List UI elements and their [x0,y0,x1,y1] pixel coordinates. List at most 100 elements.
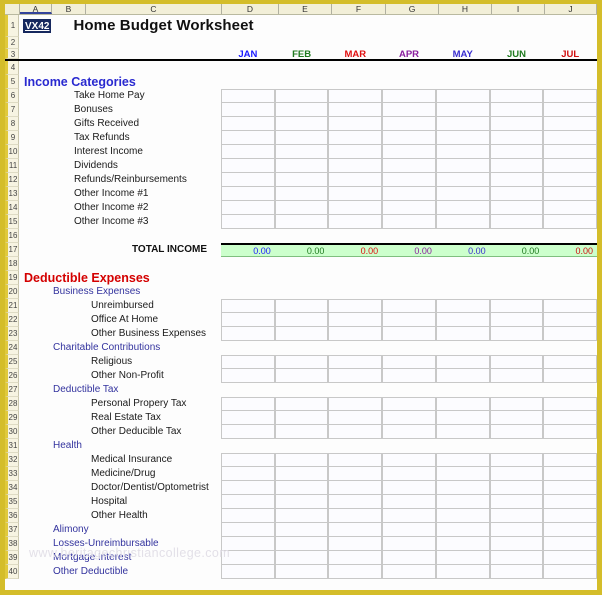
data-cell[interactable] [489,117,544,131]
data-cell[interactable] [435,453,490,467]
row-header-21[interactable]: 21 [5,299,19,313]
data-cell[interactable] [489,467,544,481]
column-header-bar[interactable]: ABCDEFGHIJ [5,4,597,15]
data-cell[interactable] [543,173,598,187]
row-header-25[interactable]: 25 [5,355,19,369]
data-cell[interactable] [328,299,383,313]
data-cell[interactable]: 0.00 [328,243,383,257]
data-cell[interactable] [489,355,544,369]
data-cell[interactable] [221,411,275,425]
row-header-22[interactable]: 22 [5,313,19,327]
data-cell[interactable] [274,299,329,313]
data-cell[interactable] [221,327,275,341]
data-cell[interactable] [328,495,383,509]
row-header-20[interactable]: 20 [5,285,19,299]
data-cell[interactable] [221,313,275,327]
row-header-12[interactable]: 12 [5,173,19,187]
data-cell[interactable] [274,509,329,523]
row-header-2[interactable]: 2 [5,37,19,49]
data-cell[interactable] [274,187,329,201]
data-cell[interactable] [328,425,383,439]
data-cell[interactable] [543,509,598,523]
data-cell[interactable] [435,425,490,439]
data-cell[interactable] [543,201,598,215]
data-cell[interactable] [328,313,383,327]
row-header-32[interactable]: 32 [5,453,19,467]
data-cell[interactable] [221,481,275,495]
data-cell[interactable] [435,201,490,215]
data-cell[interactable] [221,103,275,117]
data-cell[interactable] [274,481,329,495]
data-cell[interactable] [221,467,275,481]
row-header-1[interactable]: 1 [5,15,19,37]
data-cell[interactable] [382,201,436,215]
data-cell[interactable] [328,565,383,579]
data-cell[interactable] [382,467,436,481]
data-cell[interactable] [435,89,490,103]
data-cell[interactable] [221,453,275,467]
data-cell[interactable] [435,495,490,509]
row-header-6[interactable]: 6 [5,89,19,103]
data-cell[interactable] [382,453,436,467]
data-cell[interactable] [328,523,383,537]
data-cell[interactable] [543,89,598,103]
data-cell[interactable] [328,509,383,523]
row-header-10[interactable]: 10 [5,145,19,159]
data-cell[interactable] [435,131,490,145]
data-cell[interactable] [543,187,598,201]
data-cell[interactable] [274,131,329,145]
data-cell[interactable] [274,159,329,173]
data-cell[interactable] [328,215,383,229]
row-header-27[interactable]: 27 [5,383,19,397]
data-cell[interactable] [382,537,436,551]
data-cell[interactable] [543,453,598,467]
data-cell[interactable] [382,565,436,579]
row-header-40[interactable]: 40 [5,565,19,579]
data-cell[interactable] [274,453,329,467]
row-header-35[interactable]: 35 [5,495,19,509]
data-cell[interactable] [543,355,598,369]
data-cell[interactable] [435,159,490,173]
column-header-f[interactable]: F [332,4,386,14]
row-header-18[interactable]: 18 [5,257,19,271]
data-cell[interactable] [274,201,329,215]
data-cell[interactable]: 0.00 [221,243,275,257]
data-cell[interactable] [274,173,329,187]
data-cell[interactable]: 0.00 [543,243,598,257]
data-cell[interactable] [435,411,490,425]
row-header-39[interactable]: 39 [5,551,19,565]
data-cell[interactable] [221,369,275,383]
data-cell[interactable] [328,145,383,159]
data-cell[interactable] [328,481,383,495]
data-cell[interactable] [274,397,329,411]
row-header-36[interactable]: 36 [5,509,19,523]
data-cell[interactable] [274,411,329,425]
data-cell[interactable] [489,411,544,425]
data-cell[interactable] [328,453,383,467]
data-cell[interactable] [382,425,436,439]
row-header-13[interactable]: 13 [5,187,19,201]
data-cell[interactable] [489,397,544,411]
data-cell[interactable] [221,537,275,551]
data-cell[interactable] [274,215,329,229]
data-cell[interactable] [274,89,329,103]
data-cell[interactable] [382,173,436,187]
data-cell[interactable] [435,565,490,579]
data-cell[interactable] [382,509,436,523]
data-cell[interactable] [435,327,490,341]
data-cell[interactable] [382,131,436,145]
data-cell[interactable] [328,131,383,145]
data-cell[interactable] [221,565,275,579]
data-cell[interactable] [221,89,275,103]
data-cell[interactable] [274,551,329,565]
data-cell[interactable] [382,215,436,229]
row-header-9[interactable]: 9 [5,131,19,145]
row-header-4[interactable]: 4 [5,61,19,75]
row-header-24[interactable]: 24 [5,341,19,355]
data-cell[interactable] [543,145,598,159]
data-cell[interactable] [489,201,544,215]
data-cell[interactable] [274,117,329,131]
data-cell[interactable] [221,173,275,187]
column-header-c[interactable]: C [86,4,222,14]
data-cell[interactable] [221,551,275,565]
